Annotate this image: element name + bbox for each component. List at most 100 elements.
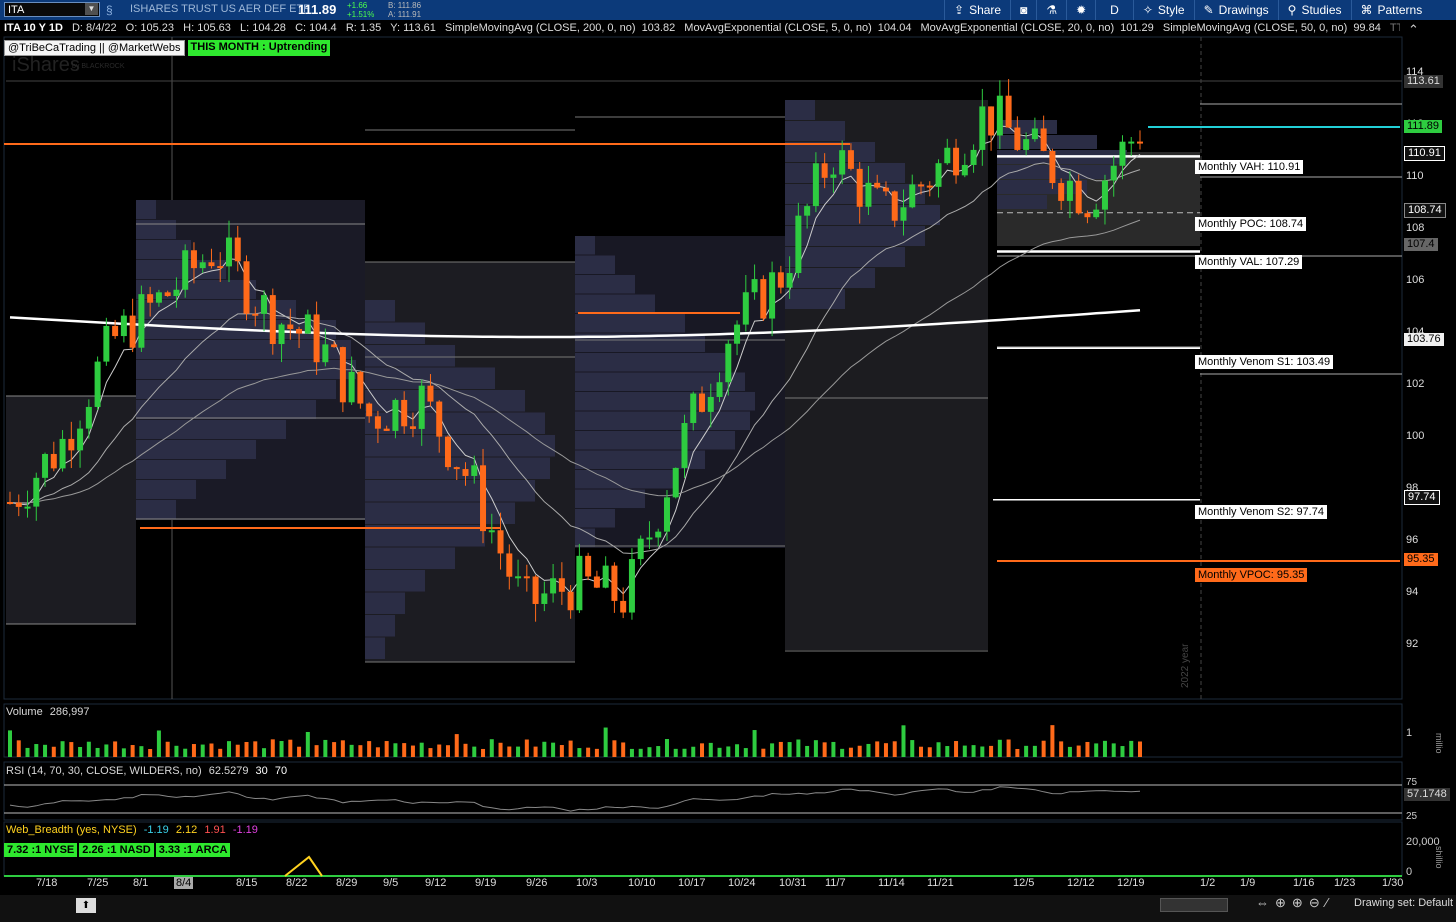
profile-bar: [997, 180, 1087, 194]
volume-bar: [1085, 741, 1090, 757]
candle-body: [891, 191, 898, 221]
link-icon[interactable]: §: [106, 3, 113, 17]
volume-bar: [673, 748, 678, 757]
ttg-label[interactable]: TTG_Market...: [1390, 20, 1400, 36]
candle-body: [926, 185, 933, 188]
breadth-axis-bot: 0: [1406, 866, 1413, 878]
candle-body: [1049, 150, 1056, 184]
volume-bar: [288, 739, 293, 757]
candle-body: [50, 453, 57, 469]
candle-body: [558, 578, 565, 592]
candle-body: [532, 576, 539, 604]
candle-body: [261, 295, 268, 314]
candle-body: [725, 343, 732, 383]
rsi-30: 30: [255, 765, 268, 777]
candle-body: [970, 149, 977, 165]
candle-body: [1031, 128, 1038, 140]
drawings-label: Drawings: [1218, 3, 1269, 17]
drawing-set-label[interactable]: Drawing set: Default: [1354, 897, 1453, 909]
volume-bar: [927, 747, 932, 757]
candle-body: [646, 537, 653, 540]
volume-bar: [507, 746, 512, 757]
candle-body: [94, 361, 101, 407]
zoom-in-icon[interactable]: ⊕: [1292, 895, 1303, 911]
volume-bar: [60, 741, 65, 757]
volume-bar: [297, 746, 302, 757]
candle-body: [1005, 95, 1012, 128]
volume-value: 286,997: [49, 706, 90, 718]
candle-body: [15, 502, 22, 507]
volume-bar: [139, 746, 144, 757]
style-button[interactable]: ✧ Style: [1132, 0, 1194, 20]
volume-bar: [165, 741, 170, 757]
share-button[interactable]: ⇪ Share: [944, 0, 1010, 20]
profile-bar: [785, 247, 905, 267]
crosshair-icon[interactable]: ⊕: [1275, 895, 1286, 911]
candle-body: [1093, 209, 1100, 218]
volume-bar: [787, 742, 792, 757]
time-tick: 11/21: [927, 877, 954, 889]
volume-bar: [997, 739, 1002, 757]
candle-body: [217, 266, 224, 269]
candle-body: [1110, 165, 1117, 181]
candle-body: [576, 555, 583, 611]
drawings-button[interactable]: ✎ Drawings: [1193, 0, 1278, 20]
sma200-label[interactable]: SimpleMovingAvg (CLOSE, 200, 0, no): [445, 20, 636, 36]
time-tick: 10/17: [678, 877, 706, 889]
volume-bar: [200, 744, 205, 757]
settings-button[interactable]: ✹: [1066, 0, 1095, 20]
brand-subtitle: by BLACKROCK: [72, 63, 125, 70]
candle-body: [567, 591, 574, 611]
zoom-out-icon[interactable]: ⊖: [1309, 895, 1320, 911]
volume-bar: [367, 741, 372, 757]
ohlc-values: O: 105.23 H: 105.63 L: 104.28 C: 104.4 R…: [125, 22, 436, 34]
price-tick: 110: [1406, 170, 1424, 182]
symbol-dropdown-icon[interactable]: ▼: [85, 3, 98, 15]
snapshot-button[interactable]: ◙: [1010, 0, 1036, 20]
candle-body: [190, 250, 197, 269]
time-tick: 1/23: [1334, 877, 1356, 889]
volume-bar: [113, 741, 118, 757]
time-tick: 10/10: [628, 877, 656, 889]
draw-line-icon[interactable]: ⁄: [1326, 895, 1328, 911]
candle-body: [988, 106, 995, 136]
candle-body: [751, 279, 758, 293]
candle-body: [874, 182, 881, 188]
ema5-label[interactable]: MovAvgExponential (CLOSE, 5, 0, no): [684, 20, 872, 36]
price-change: +1.66 +1.51%: [347, 1, 374, 19]
sma50-label[interactable]: SimpleMovingAvg (CLOSE, 50, 0, no): [1163, 20, 1347, 36]
last-price: 111.89: [298, 2, 337, 17]
volume-header: Volume 286,997: [6, 706, 90, 718]
volume-bar: [130, 745, 135, 757]
patterns-button[interactable]: ⌘ Patterns: [1350, 0, 1432, 20]
candle-body: [427, 385, 434, 402]
volume-bar: [840, 748, 845, 757]
candle-body: [287, 324, 294, 329]
volume-bar: [498, 742, 503, 757]
volume-bar: [524, 739, 529, 757]
volume-bar: [78, 746, 83, 757]
expand-icon[interactable]: ⬆: [76, 898, 96, 913]
profile-bar: [365, 412, 545, 434]
profile-bar: [136, 440, 256, 459]
candle-body: [1075, 180, 1082, 214]
candle-body: [847, 150, 854, 169]
profile-bar: [365, 592, 405, 614]
candle-body: [918, 184, 925, 187]
studies-button[interactable]: ⚲ Studies: [1277, 0, 1351, 20]
candle-body: [1128, 141, 1135, 144]
time-tick: 12/19: [1117, 877, 1145, 889]
volume-bar: [191, 744, 196, 757]
scrollbar[interactable]: [1160, 898, 1228, 912]
volume-bar: [279, 741, 284, 757]
profile-bar: [785, 100, 815, 120]
profile-bar: [575, 255, 615, 274]
candle-body: [655, 531, 662, 538]
pan-icon[interactable]: ⇔: [1256, 895, 1269, 911]
aggregation-button[interactable]: D: [1095, 0, 1133, 20]
candle-body: [383, 428, 390, 431]
volume-bar: [349, 744, 354, 757]
ema20-label[interactable]: MovAvgExponential (CLOSE, 20, 0, no): [921, 20, 1115, 36]
flask-button[interactable]: ⚗: [1036, 0, 1066, 20]
volume-bar: [516, 746, 521, 757]
